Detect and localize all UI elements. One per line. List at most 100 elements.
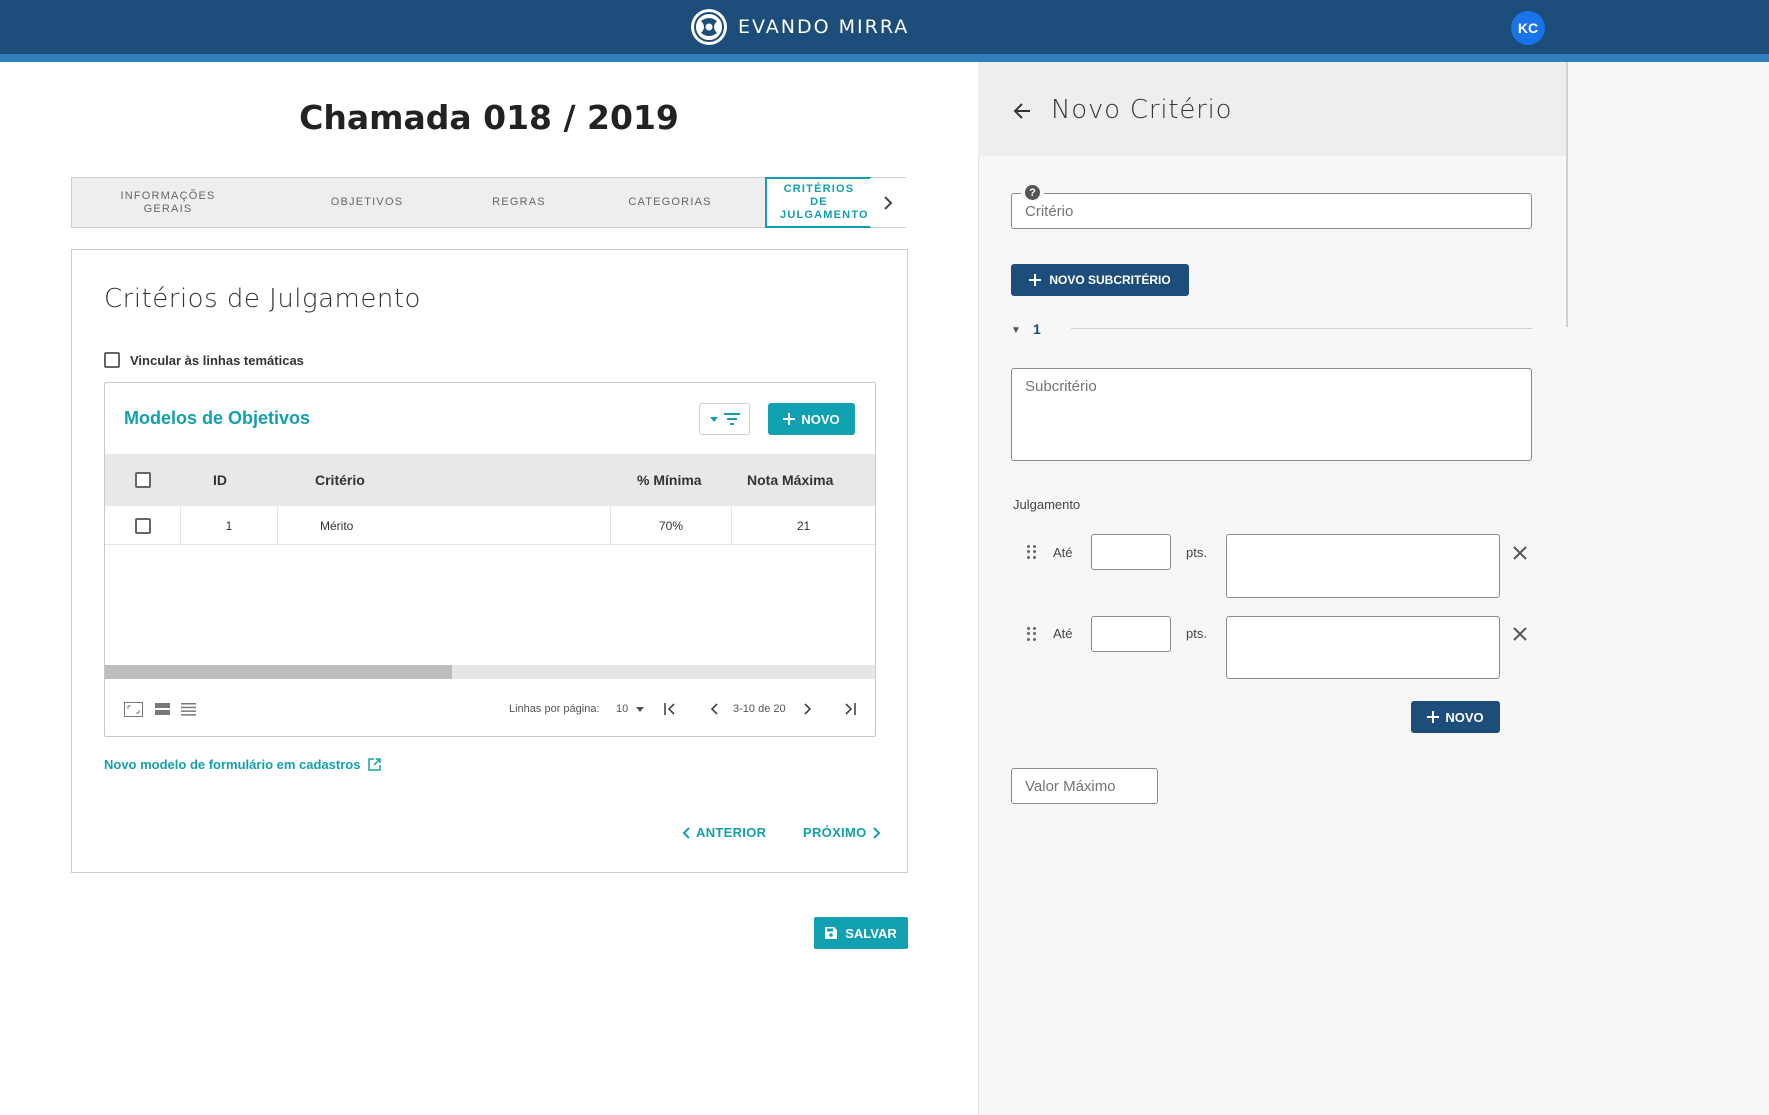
chevron-right-icon xyxy=(872,826,880,839)
card-title: Critérios de Julgamento xyxy=(104,284,421,314)
previous-button[interactable]: ANTERIOR xyxy=(682,825,766,840)
help-icon[interactable]: ? xyxy=(1025,185,1040,200)
brand-logo-icon xyxy=(691,9,727,45)
page-title: Chamada 018 / 2019 xyxy=(299,98,679,137)
save-icon xyxy=(825,927,838,939)
pagination-range: 3-10 de 20 xyxy=(733,703,786,715)
criterio-input[interactable] xyxy=(1011,193,1532,229)
cadastro-link-label: Novo modelo de formulário em cadastros xyxy=(104,757,361,772)
stepper-tabs: INFORMAÇÕES GERAIS OBJETIVOS REGRAS CATE… xyxy=(71,177,906,228)
select-all-checkbox[interactable] xyxy=(135,472,151,488)
next-button[interactable]: PRÓXIMO xyxy=(803,825,881,840)
accordion-number[interactable]: 1 xyxy=(1033,321,1041,337)
table-title: Modelos de Objetivos xyxy=(124,408,311,428)
filter-icon xyxy=(723,413,740,425)
new-subcriterio-button[interactable]: NOVO SUBCRITÉRIO xyxy=(1011,264,1189,296)
pts-label: pts. xyxy=(1186,626,1207,641)
cell-nota-maxima: 21 xyxy=(796,518,811,533)
plus-icon xyxy=(783,413,796,425)
top-bar-stripe xyxy=(0,54,1769,62)
ate-label: Até xyxy=(1053,626,1073,641)
rows-per-page-label: Linhas por página: xyxy=(509,703,600,715)
accordion-caret-icon[interactable]: ▼ xyxy=(1011,325,1021,336)
save-label: SALVAR xyxy=(845,925,897,941)
chevron-left-icon xyxy=(682,826,690,839)
cell-id: 1 xyxy=(181,506,278,545)
julgamento-description[interactable] xyxy=(1226,616,1500,679)
tab-label: CRITÉRIOS DE JULGAMENTO xyxy=(780,183,869,221)
tab-label: OBJETIVOS xyxy=(330,196,404,208)
close-icon[interactable] xyxy=(1512,545,1528,561)
last-page-icon xyxy=(845,703,856,715)
new-label: NOVO xyxy=(801,411,840,427)
drag-handle-icon[interactable] xyxy=(1027,545,1037,559)
horizontal-scrollbar-thumb[interactable] xyxy=(105,665,452,679)
vincular-label: Vincular às linhas temáticas xyxy=(130,352,304,368)
rows-per-page-select[interactable]: 10 xyxy=(616,703,645,715)
tab-criterios-julgamento[interactable]: CRITÉRIOS DE JULGAMENTO xyxy=(765,177,871,228)
column-header-nota-maxima[interactable]: Nota Máxima xyxy=(747,454,833,506)
new-julgamento-button[interactable]: NOVO xyxy=(1411,701,1500,733)
next-page-button[interactable] xyxy=(798,699,818,719)
tab-objetivos[interactable]: OBJETIVOS xyxy=(292,178,442,227)
filter-button[interactable] xyxy=(699,403,750,435)
column-header-minima[interactable]: % Mínima xyxy=(637,454,702,506)
plus-icon xyxy=(1427,711,1440,723)
density-compact-icon[interactable] xyxy=(155,703,170,716)
new-modelo-button[interactable]: NOVO xyxy=(768,403,855,435)
column-header-criterio[interactable]: Critério xyxy=(315,454,365,506)
pontos-input[interactable] xyxy=(1091,534,1171,570)
first-page-button[interactable] xyxy=(660,699,680,719)
row-checkbox[interactable] xyxy=(134,517,151,534)
table-header: ID Critério % Mínima Nota Máxima xyxy=(105,454,875,506)
ate-label: Até xyxy=(1053,545,1073,560)
tab-label: INFORMAÇÕES GERAIS xyxy=(120,189,216,215)
pontos-input[interactable] xyxy=(1091,616,1171,652)
save-button[interactable]: SALVAR xyxy=(814,917,908,949)
user-avatar[interactable]: KC xyxy=(1511,11,1545,45)
cell-minima: 70% xyxy=(611,506,732,545)
chevron-right-icon xyxy=(884,195,893,210)
chevron-left-icon xyxy=(710,703,718,715)
valor-maximo-input[interactable] xyxy=(1011,768,1158,804)
select-all-cell[interactable] xyxy=(135,454,151,506)
previous-label: ANTERIOR xyxy=(696,825,767,840)
panel-scrollbar[interactable] xyxy=(1566,62,1568,327)
column-header-id[interactable]: ID xyxy=(213,454,227,506)
julgamento-description[interactable] xyxy=(1226,534,1500,598)
tab-informacoes-gerais[interactable]: INFORMAÇÕES GERAIS xyxy=(94,178,242,227)
prev-page-button[interactable] xyxy=(704,699,724,719)
new-subcriterio-label: NOVO SUBCRITÉRIO xyxy=(1049,273,1171,287)
stepper-next-button[interactable] xyxy=(870,178,906,227)
back-arrow-icon[interactable] xyxy=(1012,100,1034,122)
next-label: PRÓXIMO xyxy=(803,825,867,840)
cell-criterio: Mérito xyxy=(278,506,611,545)
density-comfortable-icon[interactable] xyxy=(124,702,143,717)
pts-label: pts. xyxy=(1186,545,1207,560)
julgamento-label: Julgamento xyxy=(1013,497,1081,512)
last-page-button[interactable] xyxy=(840,699,860,719)
density-list-icon[interactable] xyxy=(181,703,196,716)
row-select-cell[interactable] xyxy=(105,506,181,545)
panel-title: Novo Critério xyxy=(1051,95,1233,125)
table-row[interactable]: 1 Mérito 70% 21 xyxy=(105,506,875,545)
brand[interactable]: EVANDO MIRRA xyxy=(690,8,909,46)
subcriterio-textarea[interactable] xyxy=(1011,368,1532,461)
tab-categorias[interactable]: CATEGORIAS xyxy=(595,178,745,227)
new-julgamento-label: NOVO xyxy=(1445,709,1484,725)
drag-handle-icon[interactable] xyxy=(1027,627,1037,641)
vincular-checkbox[interactable] xyxy=(104,352,120,368)
tab-regras[interactable]: REGRAS xyxy=(444,178,594,227)
first-page-icon xyxy=(664,703,675,715)
external-link-icon xyxy=(368,758,382,771)
caret-down-icon xyxy=(636,706,645,712)
accordion-divider xyxy=(1071,328,1532,329)
cadastro-link[interactable]: Novo modelo de formulário em cadastros xyxy=(104,757,382,772)
vincular-checkbox-row[interactable]: Vincular às linhas temáticas xyxy=(104,352,304,368)
tab-label: REGRAS xyxy=(492,196,546,208)
tab-label: CATEGORIAS xyxy=(628,196,712,208)
brand-name: EVANDO MIRRA xyxy=(738,16,910,38)
plus-icon xyxy=(1029,274,1042,286)
chevron-right-icon xyxy=(804,703,812,715)
close-icon[interactable] xyxy=(1512,626,1528,642)
